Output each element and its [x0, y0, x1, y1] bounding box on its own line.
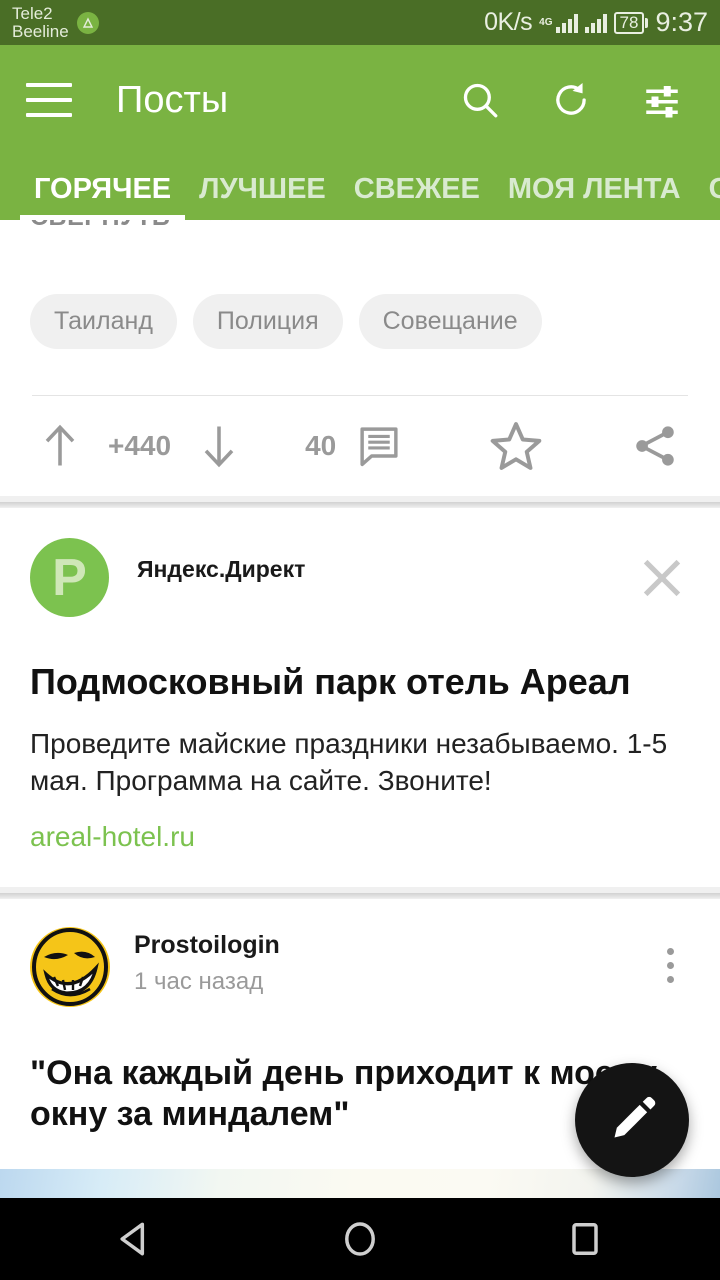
tab-hot[interactable]: ГОРЯЧЕЕ — [20, 173, 186, 220]
post-header: Prostoilogin 1 час назад — [0, 899, 720, 1008]
tag-chip[interactable]: Полиция — [192, 294, 343, 349]
close-icon[interactable] — [634, 550, 690, 611]
signal-strength-icon-sim1 — [555, 13, 578, 33]
android-navigation-bar — [0, 1198, 720, 1280]
ad-avatar: Р — [30, 538, 109, 617]
ad-title: Подмосковный парк отель Ареал — [30, 661, 631, 702]
star-icon[interactable] — [488, 418, 544, 474]
clock: 9:37 — [655, 7, 708, 37]
hamburger-menu-icon[interactable] — [26, 83, 72, 117]
tag-chip[interactable]: Таиланд — [30, 294, 177, 349]
tune-filter-icon[interactable] — [638, 76, 686, 124]
app-notification-icon — [76, 11, 99, 34]
upvote-button[interactable] — [40, 420, 80, 472]
recents-square-icon[interactable] — [550, 1204, 620, 1274]
signal-strength-icon-sim2 — [584, 13, 607, 33]
tab-fresh[interactable]: СВЕЖЕЕ — [340, 173, 494, 220]
network-speed-indicator: 0K/s — [484, 8, 533, 36]
app-bar: Посты ГОРЯЧЕЕ ЛУЧШЕЕ СВЕЖЕЕ МОЯ ЛЕНТА С — [0, 45, 720, 220]
ad-header: Р Яндекс.Директ — [0, 508, 720, 617]
post-card-partial: СВЕРНУТЬ Таиланд Полиция Совещание +440 — [0, 220, 720, 496]
app-bar-top-row: Посты — [0, 45, 720, 155]
app-bar-actions — [456, 76, 686, 124]
advertisement-card[interactable]: Р Яндекс.Директ Подмосковный парк отель … — [0, 508, 720, 888]
collapse-label: СВЕРНУТЬ — [30, 220, 170, 232]
chevron-up-icon[interactable] — [206, 220, 236, 229]
tag-chip[interactable]: Совещание — [358, 294, 542, 349]
battery-icon: 78 — [613, 11, 649, 34]
status-bar-left: Tele2 Beeline — [12, 3, 99, 41]
ad-description: Проведите майские праздники незабываемо.… — [30, 728, 668, 796]
ad-link[interactable]: areal-hotel.ru — [0, 799, 720, 887]
tab-communities[interactable]: СО — [695, 173, 720, 220]
battery-cap — [645, 17, 649, 28]
comment-icon[interactable] — [356, 423, 402, 469]
tab-bar: ГОРЯЧЕЕ ЛУЧШЕЕ СВЕЖЕЕ МОЯ ЛЕНТА СО — [0, 155, 720, 220]
post-meta: Prostoilogin 1 час назад — [134, 931, 650, 996]
post-rating: +440 — [108, 430, 172, 461]
post-author[interactable]: Prostoilogin — [134, 931, 650, 960]
carrier-secondary: Beeline — [12, 21, 69, 41]
more-vertical-icon[interactable] — [650, 937, 690, 993]
tab-best[interactable]: ЛУЧШЕЕ — [185, 173, 340, 220]
post-action-bar: +440 40 — [0, 396, 720, 496]
home-circle-icon[interactable] — [325, 1204, 395, 1274]
back-triangle-icon[interactable] — [100, 1204, 170, 1274]
carrier-names: Tele2 Beeline — [12, 3, 69, 41]
troll-face-avatar[interactable] — [30, 927, 110, 1008]
post-timestamp: 1 час назад — [134, 968, 264, 996]
pencil-edit-icon — [614, 1096, 656, 1138]
carrier-primary: Tele2 — [12, 3, 53, 23]
downvote-button[interactable] — [199, 420, 239, 472]
tab-my-feed[interactable]: МОЯ ЛЕНТА — [494, 173, 695, 220]
status-bar-right: 0K/s 4G 78 9:37 — [484, 7, 708, 38]
collapse-row[interactable]: СВЕРНУТЬ — [0, 220, 720, 242]
share-icon[interactable] — [630, 421, 680, 471]
create-post-fab[interactable] — [575, 1063, 689, 1177]
refresh-icon[interactable] — [547, 76, 595, 124]
page-title: Посты — [116, 78, 229, 121]
search-icon[interactable] — [456, 76, 504, 124]
app-screen: Tele2 Beeline 0K/s 4G 78 9:37 Посты ГОРЯ… — [0, 0, 720, 1280]
ad-brand-label: Яндекс.Директ — [137, 556, 306, 582]
status-bar: Tele2 Beeline 0K/s 4G 78 9:37 — [0, 0, 720, 45]
network-type-label: 4G — [539, 16, 553, 28]
post-tags: Таиланд Полиция Совещание — [0, 242, 720, 349]
comments-count: 40 — [305, 430, 337, 461]
battery-level: 78 — [613, 11, 645, 34]
